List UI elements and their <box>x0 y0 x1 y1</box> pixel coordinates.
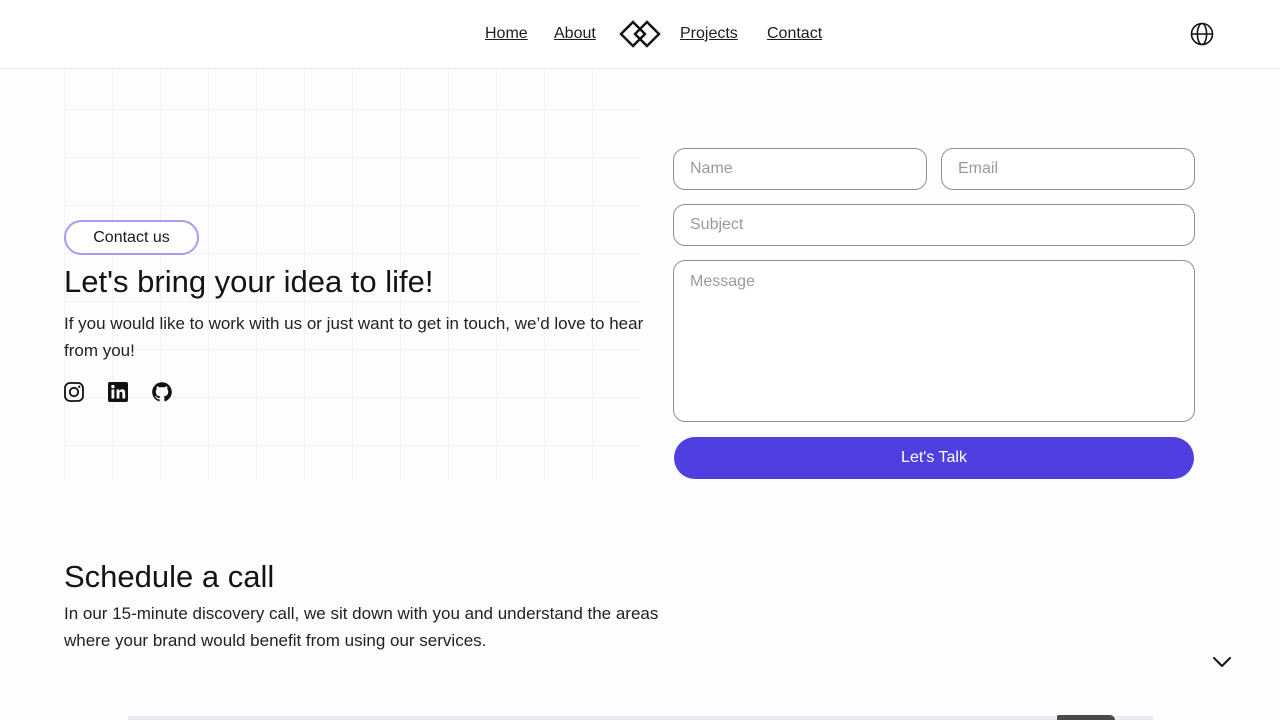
email-input[interactable] <box>941 148 1195 190</box>
scheduler-embed-tab <box>1057 715 1115 720</box>
schedule-description: In our 15-minute discovery call, we sit … <box>64 604 659 650</box>
globe-icon[interactable] <box>1189 21 1215 47</box>
message-textarea[interactable] <box>673 260 1195 422</box>
nav-contact-link[interactable]: Contact <box>767 0 822 68</box>
top-navigation-bar: Home About Projects Contact <box>0 0 1280 69</box>
github-icon[interactable] <box>151 381 173 403</box>
linkedin-icon[interactable] <box>107 381 129 403</box>
lets-talk-button[interactable]: Let's Talk <box>674 437 1194 479</box>
schedule-title: Schedule a call <box>64 559 275 594</box>
hero-headline: Let's bring your idea to life! <box>64 264 434 299</box>
contact-us-badge: Contact us <box>64 220 199 255</box>
nav-projects-link[interactable]: Projects <box>680 0 738 68</box>
nav-about-link[interactable]: About <box>554 0 596 68</box>
double-diamond-logo-icon[interactable] <box>619 19 661 49</box>
nav-home-link[interactable]: Home <box>485 0 528 68</box>
scheduler-embed-edge <box>128 716 1153 720</box>
subject-input[interactable] <box>673 204 1195 246</box>
instagram-icon[interactable] <box>63 381 85 403</box>
hero-intro-text: If you would like to work with us or jus… <box>64 314 644 360</box>
name-input[interactable] <box>673 148 927 190</box>
chevron-down-icon[interactable] <box>1211 654 1233 670</box>
